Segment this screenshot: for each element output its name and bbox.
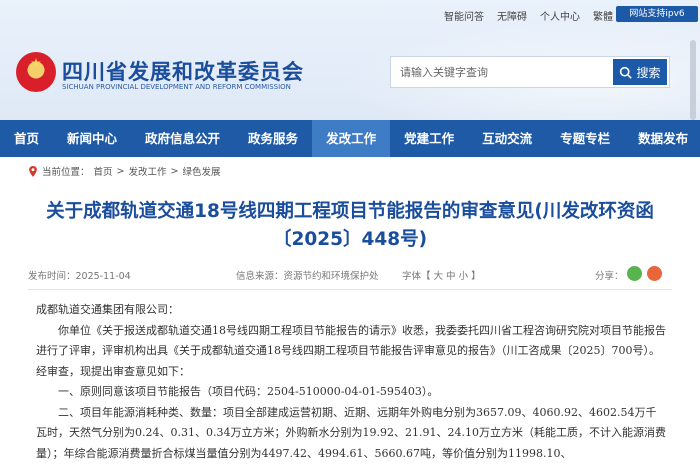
nav-services[interactable]: 政务服务 [234, 120, 312, 157]
breadcrumb-prefix: 当前位置： [42, 167, 90, 178]
site-title-en: SICHUAN PROVINCIAL DEVELOPMENT AND REFOR… [62, 83, 291, 91]
breadcrumb-home[interactable]: 首页 [94, 164, 113, 178]
info-source: 信息来源：资源节约和环境保护处 [236, 271, 379, 282]
top-link-traditional[interactable]: 繁體 [593, 8, 613, 23]
article-paragraph: 你单位《关于报送成都轨道交通18号线四期工程项目节能报告的请示》收悉，我委委托四… [36, 323, 666, 378]
nav-data[interactable]: 数据发布 [624, 120, 700, 157]
search-button-label: 搜索 [636, 65, 661, 80]
top-links: 智能问答 无障碍 个人中心 繁體 [444, 8, 626, 23]
nav-party[interactable]: 党建工作 [390, 120, 468, 157]
breadcrumb-green[interactable]: 绿色发展 [182, 164, 220, 178]
nav-reform-work[interactable]: 发改工作 [312, 120, 391, 157]
article-meta: 发布时间：2025-11-04 信息来源：资源节约和环境保护处 字体【 大 中 … [28, 264, 672, 284]
search-button[interactable]: 搜索 [613, 59, 667, 85]
main-nav: 首页 新闻中心 政府信息公开 政务服务 发改工作 党建工作 互动交流 专题专栏 … [0, 120, 700, 157]
ipv6-badge: 网站支持ipv6 [616, 6, 698, 22]
article-paragraph: 成都轨道交通集团有限公司： [36, 303, 179, 316]
breadcrumb-reform[interactable]: 发改工作 [129, 164, 167, 178]
national-emblem-icon [16, 52, 56, 92]
search-input[interactable] [391, 57, 611, 87]
nav-news[interactable]: 新闻中心 [53, 120, 131, 157]
breadcrumb: 当前位置： 首页 > 发改工作 > 绿色发展 [28, 164, 221, 178]
divider [28, 289, 672, 290]
site-title[interactable]: 四川省发展和改革委员会 [62, 56, 304, 86]
article-paragraph: 一、原则同意该项目节能报告（项目代码：2504-510000-04-01-595… [58, 385, 439, 398]
article-title: 关于成都轨道交通18号线四期工程项目节能报告的审查意见(川发改环资函〔2025〕… [46, 201, 654, 250]
share-label: 分享： [595, 271, 624, 282]
search-box: 搜索 [390, 56, 670, 88]
weibo-share-icon[interactable] [647, 266, 662, 281]
location-pin-icon [29, 165, 37, 177]
publish-date: 发布时间：2025-11-04 [28, 271, 131, 282]
nav-gov-info[interactable]: 政府信息公开 [131, 120, 234, 157]
site-header: 智能问答 无障碍 个人中心 繁體 网站支持ipv6 四川省发展和改革委员会 SI… [0, 0, 700, 120]
article-body: 成都轨道交通集团有限公司： 你单位《关于报送成都轨道交通18号线四期工程项目节能… [36, 300, 666, 464]
top-link-personal-center[interactable]: 个人中心 [540, 8, 580, 23]
breadcrumb-sep: > [116, 165, 125, 177]
top-link-accessibility[interactable]: 无障碍 [497, 8, 527, 23]
search-icon [620, 66, 633, 79]
scrollbar[interactable] [690, 40, 696, 120]
nav-interaction[interactable]: 互动交流 [468, 120, 546, 157]
nav-topics[interactable]: 专题专栏 [546, 120, 624, 157]
article-paragraph: 二、项目年能源消耗种类、数量：项目全部建成运营初期、近期、远期年外购电分别为36… [36, 405, 666, 460]
breadcrumb-sep: > [170, 165, 179, 177]
nav-home[interactable]: 首页 [0, 120, 53, 157]
font-size-switcher[interactable]: 字体【 大 中 小 】 [402, 268, 481, 282]
wechat-share-icon[interactable] [627, 266, 642, 281]
top-link-qa[interactable]: 智能问答 [444, 8, 484, 23]
